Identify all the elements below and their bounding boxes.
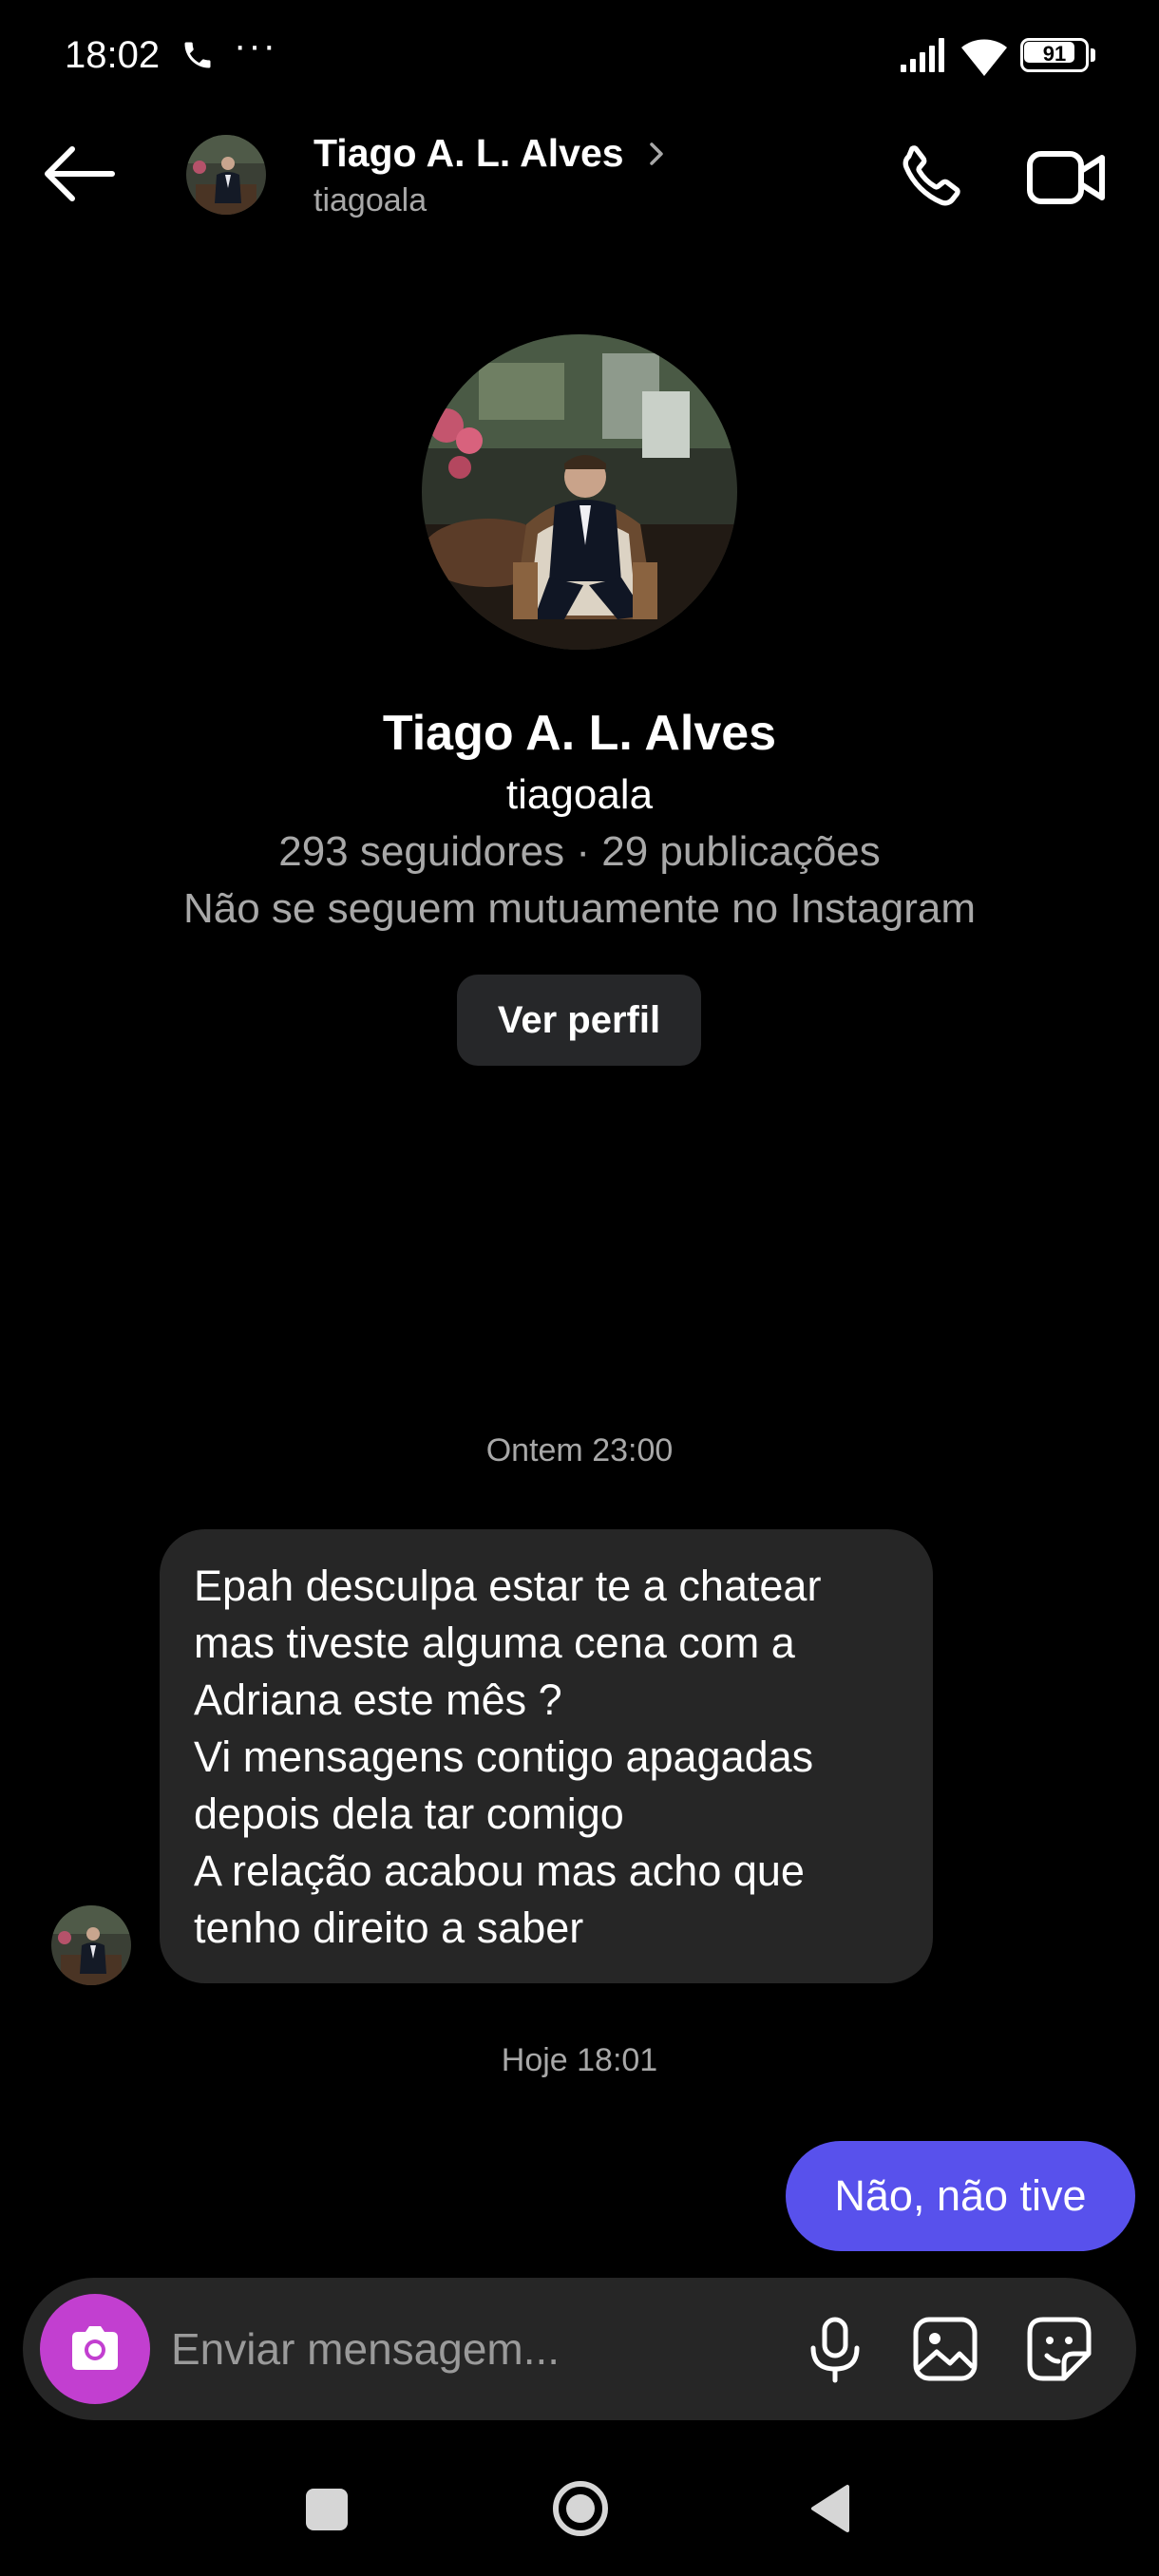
audio-call-button[interactable] (891, 139, 967, 215)
incoming-message-line: Adriana este mês ? (194, 1676, 562, 1724)
profile-stats: 293 seguidores · 29 publicações (278, 828, 881, 875)
incoming-message-line: mas tiveste alguma cena com a (194, 1619, 795, 1667)
contact-username: tiagoala (314, 182, 428, 218)
recent-apps-button[interactable] (306, 2489, 348, 2530)
incoming-message-line: A relação acabou mas acho que (194, 1847, 805, 1895)
profile-photo-thumbnail (186, 135, 266, 215)
profile-avatar[interactable] (422, 334, 737, 650)
back-button[interactable] (36, 141, 122, 207)
incoming-message-bubble[interactable]: Epah desculpa estar te a chatear mas tiv… (160, 1529, 933, 1983)
battery-level: 91 (1042, 42, 1067, 66)
battery-icon: 91 (1020, 38, 1096, 72)
sticker-button[interactable] (1022, 2312, 1096, 2386)
home-button[interactable] (551, 2479, 610, 2538)
mutual-follow-notice: Não se seguem mutuamente no Instagram (182, 885, 976, 932)
incoming-message-line: Epah desculpa estar te a chatear (194, 1562, 822, 1610)
signal-icon (901, 38, 948, 72)
profile-name: Tiago A. L. Alves (382, 706, 777, 761)
sender-avatar[interactable] (51, 1905, 131, 1985)
outgoing-message-bubble[interactable]: Não, não tive (786, 2141, 1135, 2251)
back-triangle-icon (811, 2485, 849, 2532)
status-bar: 18:02 ··· 91 (0, 0, 1159, 114)
message-input[interactable] (171, 2306, 779, 2392)
incoming-message-line: tenho direito a saber (194, 1904, 584, 1952)
profile-photo-thumbnail (51, 1905, 131, 1985)
phone-icon (902, 145, 960, 206)
message-timestamp: Ontem 23:00 (485, 1432, 674, 1468)
view-profile-button[interactable]: Ver perfil (457, 975, 701, 1066)
battery-tip (1091, 48, 1095, 62)
header-avatar[interactable] (186, 135, 266, 215)
camera-icon (72, 2326, 118, 2370)
incoming-message-line: Vi mensagens contigo apagadas (194, 1733, 814, 1781)
chevron-right-icon[interactable] (646, 137, 669, 171)
voice-message-button[interactable] (798, 2312, 872, 2386)
image-icon (913, 2317, 978, 2381)
chat-header: Tiago A. L. Alves tiagoala (0, 114, 1159, 237)
home-circle-icon (553, 2481, 608, 2536)
incoming-message-line: depois dela tar comigo (194, 1790, 624, 1838)
notification-dots: ··· (234, 25, 277, 66)
contact-name[interactable]: Tiago A. L. Alves (314, 131, 624, 176)
gallery-button[interactable] (908, 2312, 982, 2386)
sticker-icon (1027, 2317, 1092, 2381)
status-time: 18:02 (65, 34, 161, 76)
ongoing-call-icon (180, 38, 215, 72)
wifi-icon (958, 34, 1011, 76)
arrow-left-icon (45, 146, 115, 201)
message-composer (23, 2278, 1136, 2420)
video-camera-icon (1027, 151, 1105, 204)
video-call-button[interactable] (1024, 139, 1110, 215)
message-timestamp: Hoje 18:01 (501, 2042, 658, 2078)
profile-photo (422, 334, 737, 650)
outgoing-message-text: Não, não tive (834, 2171, 1087, 2220)
profile-username: tiagoala (505, 771, 654, 818)
camera-button[interactable] (40, 2294, 150, 2404)
chat-screen: 18:02 ··· 91 Tiago A. L. Alves tiagoala … (0, 0, 1159, 2576)
microphone-icon (810, 2317, 860, 2383)
system-back-button[interactable] (808, 2483, 851, 2534)
